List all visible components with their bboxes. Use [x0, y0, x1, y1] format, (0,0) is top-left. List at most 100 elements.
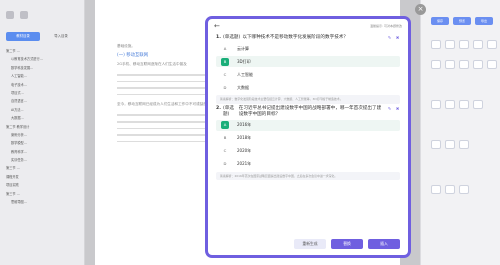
question-type: (单选题): [222, 105, 234, 117]
option-a[interactable]: A 2016年: [216, 119, 400, 131]
option-text: 人工智能: [237, 71, 253, 77]
answer-analysis: 答案解析：数字化发展阶段技术主要包括云计算、大数据、人工智能等，3D打印属于制造…: [216, 95, 400, 104]
back-icon[interactable]: [20, 11, 28, 19]
delete-icon[interactable]: ✖: [395, 35, 400, 40]
strikethrough-icon[interactable]: [473, 40, 483, 49]
format-toolbar: 保存 预览 导出: [420, 0, 500, 265]
option-key: B: [223, 135, 227, 141]
outline-item[interactable]: 数学科技发展...: [6, 64, 78, 72]
option-text: 大数据: [237, 84, 249, 90]
table-icon[interactable]: [473, 60, 483, 69]
dialog-header: ← 温馨提示: 可对本题修改: [208, 19, 408, 33]
replace-button[interactable]: 替换: [331, 239, 363, 249]
question-type: (单选题): [222, 35, 241, 40]
chart-icon[interactable]: [445, 185, 455, 194]
answer-analysis: 答案解析：2016年首次在国家战略层面提出建设数字中国，之后在多次会议中进一步深…: [216, 171, 400, 181]
divider-icon[interactable]: [459, 140, 469, 149]
attachment-icon[interactable]: [431, 140, 441, 149]
edit-icon[interactable]: ✎: [387, 106, 392, 111]
question-1: 1. (单选题) 以下哪种技术不是移动数字化发展阶段的数字技术？ ✎ ✖ A 云…: [208, 35, 408, 104]
option-key: A: [221, 121, 229, 130]
option-b[interactable]: B 2018年: [216, 133, 400, 144]
question-number: 1.: [216, 35, 221, 40]
option-a[interactable]: A 云计算: [216, 43, 400, 54]
outline-item[interactable]: 电子技术...: [6, 81, 78, 89]
option-text: 2021年: [237, 161, 252, 167]
outline-item[interactable]: 数学模型...: [6, 139, 78, 147]
option-text: 2020年: [237, 148, 252, 154]
outline-item[interactable]: 人工智能...: [6, 72, 78, 80]
outline-item[interactable]: 项目实践: [6, 181, 78, 189]
question-title: 2. (单选题) 在习近平总书记提出建设数字中国的战略部署中，哪一年首次提出了建…: [216, 106, 400, 118]
option-d[interactable]: D 大数据: [216, 82, 400, 93]
link-icon[interactable]: [487, 60, 497, 69]
preview-button[interactable]: 预览: [453, 17, 471, 25]
outline-item[interactable]: 项目式...: [6, 89, 78, 97]
back-arrow-icon[interactable]: ←: [214, 22, 220, 30]
option-key: D: [223, 161, 227, 167]
outline-item[interactable]: 第二节 教学设计: [6, 123, 78, 131]
menu-icon[interactable]: [6, 11, 14, 19]
outline-item[interactable]: 自然语言...: [6, 97, 78, 105]
option-text: 2016年: [237, 122, 252, 128]
video-icon[interactable]: [445, 100, 455, 109]
template-icon[interactable]: [431, 185, 441, 194]
dialog-hint: 温馨提示: 可对本题修改: [370, 24, 402, 28]
outline-item[interactable]: AI方法...: [6, 106, 78, 114]
list-icon[interactable]: [431, 60, 441, 69]
outline-item[interactable]: 案例分析...: [6, 131, 78, 139]
map-icon[interactable]: [459, 185, 469, 194]
sidebar-top: [0, 0, 84, 30]
formula-icon[interactable]: [431, 100, 441, 109]
indent-icon[interactable]: [445, 60, 455, 69]
question-text: 以下哪种技术不是移动数字化发展阶段的数字技术？: [242, 35, 348, 40]
outline-item[interactable]: 课程开发: [6, 173, 78, 181]
dialog-footer: 重新生成 替换 插入: [294, 239, 400, 249]
question-tools: ✎ ✖: [387, 106, 400, 111]
outline-item[interactable]: 大数据...: [6, 114, 78, 122]
image-icon[interactable]: [459, 60, 469, 69]
tab-import-outline[interactable]: 导入目录: [44, 32, 78, 41]
outline-sidebar: 教材目录 导入目录 第二节 ... 以教育技术方式进行... 数学科技发展...…: [0, 0, 85, 265]
option-text: 2018年: [237, 135, 252, 141]
outline-item[interactable]: 实训任务...: [6, 156, 78, 164]
option-c[interactable]: C 2020年: [216, 146, 400, 157]
insert-button[interactable]: 插入: [368, 239, 400, 249]
option-d[interactable]: D 2021年: [216, 159, 400, 170]
underline-icon[interactable]: [459, 40, 469, 49]
quiz-icon[interactable]: [473, 100, 483, 109]
question-2: 2. (单选题) 在习近平总书记提出建设数字中国的战略部署中，哪一年首次提出了建…: [208, 106, 408, 181]
option-key: C: [223, 148, 227, 154]
question-title: 1. (单选题) 以下哪种技术不是移动数字化发展阶段的数字技术？ ✎ ✖: [216, 35, 400, 41]
align-icon[interactable]: [487, 40, 497, 49]
question-number: 2.: [216, 105, 221, 111]
option-key: D: [223, 84, 227, 90]
export-button[interactable]: 导出: [475, 17, 493, 25]
bold-icon[interactable]: [431, 40, 441, 49]
outline-item[interactable]: 第二节 ...: [6, 47, 78, 55]
outline-item[interactable]: 教育科学...: [6, 148, 78, 156]
italic-icon[interactable]: [445, 40, 455, 49]
outline-item[interactable]: 第三节 ...: [6, 164, 78, 172]
option-b[interactable]: B 3D打印: [216, 56, 400, 68]
option-c[interactable]: C 人工智能: [216, 69, 400, 80]
regenerate-button[interactable]: 重新生成: [294, 239, 326, 249]
question-dialog: ← 温馨提示: 可对本题修改 1. (单选题) 以下哪种技术不是移动数字化发展阶…: [205, 16, 411, 258]
outline-item[interactable]: 思维导图...: [6, 198, 78, 206]
tab-textbook-outline[interactable]: 教材目录: [6, 32, 40, 41]
sidebar-tabs: 教材目录 导入目录: [0, 30, 84, 43]
outline-list: 第二节 ... 以教育技术方式进行... 数学科技发展... 人工智能... 电…: [0, 43, 84, 210]
close-icon[interactable]: ×: [415, 4, 426, 15]
outline-item[interactable]: 第三节 ...: [6, 190, 78, 198]
outline-item[interactable]: 以教育技术方式进行...: [6, 55, 78, 63]
delete-icon[interactable]: ✖: [395, 106, 400, 111]
option-key: A: [223, 45, 227, 51]
audio-icon[interactable]: [459, 100, 469, 109]
code-icon[interactable]: [445, 140, 455, 149]
option-text: 3D打印: [237, 58, 251, 64]
save-button[interactable]: 保存: [431, 17, 449, 25]
option-key: B: [221, 57, 229, 66]
edit-icon[interactable]: ✎: [387, 35, 392, 40]
question-tools: ✎ ✖: [387, 35, 400, 40]
option-key: C: [223, 71, 227, 77]
